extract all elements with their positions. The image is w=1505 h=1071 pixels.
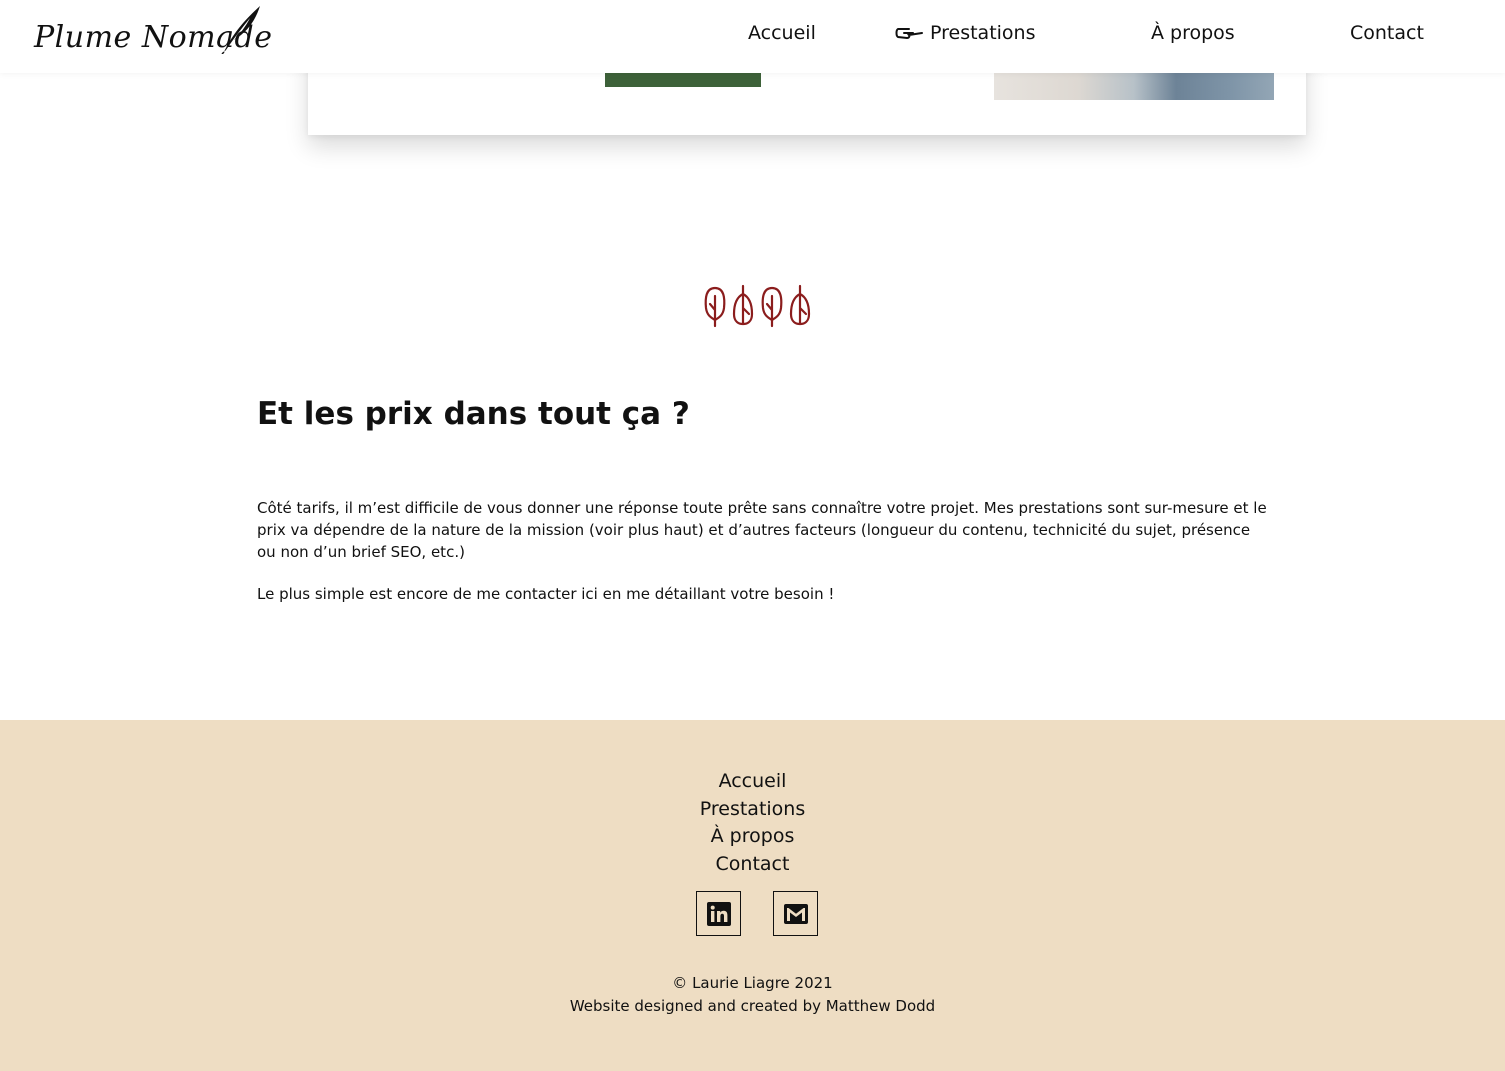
copyright-text: © Laurie Liagre 2021 <box>672 974 833 992</box>
footer-link-accueil[interactable]: Accueil <box>0 768 1505 796</box>
site-footer: Accueil Prestations À propos Contact © L… <box>0 720 1505 1071</box>
footer-credits: © Laurie Liagre 2021 Website designed an… <box>0 972 1505 1018</box>
site-header: Plume Nomade Accueil Prestations À propo… <box>0 0 1505 73</box>
email-button[interactable] <box>773 891 818 936</box>
pointing-hand-icon <box>895 28 923 40</box>
linkedin-icon <box>706 901 731 926</box>
gmail-icon <box>783 903 808 924</box>
nav-prestations[interactable]: Prestations <box>895 22 1036 44</box>
feathers-icon <box>704 284 811 328</box>
linkedin-button[interactable] <box>696 891 741 936</box>
prices-paragraph-1: Côté tarifs, il m’est difficile de vous … <box>257 499 1267 561</box>
prices-paragraph-2: Le plus simple est encore de me contacte… <box>257 585 835 603</box>
footer-nav: Accueil Prestations À propos Contact <box>0 768 1505 878</box>
designer-credit: Website designed and created by Matthew … <box>569 997 936 1015</box>
footer-link-apropos[interactable]: À propos <box>0 823 1505 851</box>
quill-icon <box>221 6 260 54</box>
prices-heading: Et les prix dans tout ça ? <box>257 396 690 432</box>
nav-accueil[interactable]: Accueil <box>748 22 816 44</box>
nav-prestations-label: Prestations <box>930 22 1036 44</box>
footer-link-contact[interactable]: Contact <box>0 851 1505 879</box>
nav-contact[interactable]: Contact <box>1350 22 1424 44</box>
nav-apropos[interactable]: À propos <box>1151 22 1235 44</box>
site-logo[interactable]: Plume Nomade <box>34 4 272 60</box>
footer-link-prestations[interactable]: Prestations <box>0 796 1505 824</box>
